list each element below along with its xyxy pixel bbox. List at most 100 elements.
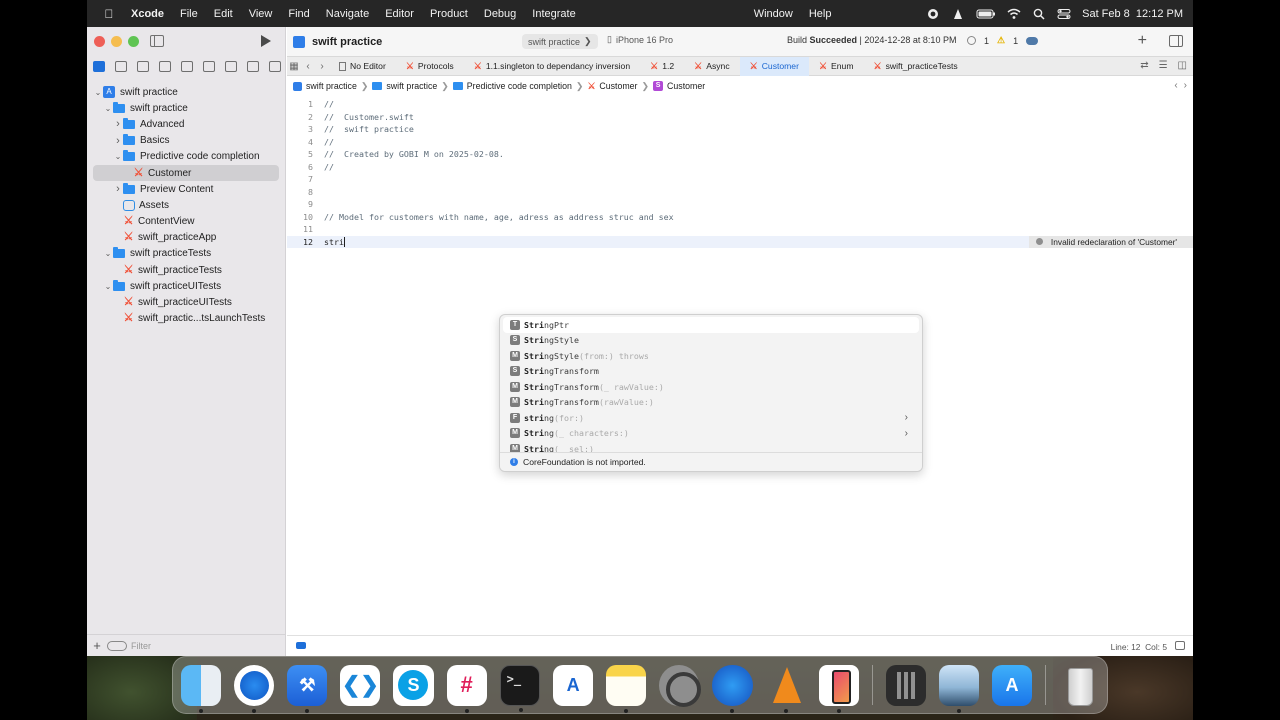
code-line[interactable]: 4 // — [287, 136, 1193, 149]
completion-item[interactable]: Fstri ng (for:) › — [500, 410, 922, 426]
test-navigator-icon[interactable] — [203, 60, 215, 72]
add-tab-button[interactable]: + — [1138, 32, 1147, 50]
wifi-icon[interactable] — [1007, 8, 1021, 20]
clock[interactable]: Sat Feb 8 12:12 PM — [1082, 8, 1183, 20]
completion-item[interactable]: S Stri ngStyle — [500, 333, 922, 349]
jump-bar-item[interactable]: swift practice — [386, 81, 437, 91]
chevron-right-icon[interactable]: › — [113, 183, 123, 195]
report-navigator-icon[interactable] — [269, 60, 281, 72]
completion-item[interactable]: M Stri ng (_ characters:) › — [500, 426, 922, 442]
navigator-item[interactable]: ⚔ swift_practic...tsLaunchTests — [87, 311, 286, 327]
navigator-item[interactable]: ⌄ swift practice — [87, 100, 286, 116]
vlc-icon[interactable] — [766, 665, 806, 713]
source-editor[interactable]: 1//2// Customer.swift 3// swift practice 4… — [287, 96, 1193, 635]
editor-tab[interactable]: ⚔ Protocols — [396, 57, 464, 76]
close-window-button[interactable] — [94, 36, 105, 47]
chevron-right-icon[interactable]: › — [113, 118, 123, 130]
chevron-right-icon[interactable]: › — [905, 428, 908, 439]
menu-file[interactable]: File — [172, 8, 206, 20]
menu-edit[interactable]: Edit — [206, 8, 241, 20]
terminal-icon[interactable]: >_ — [499, 664, 541, 712]
zoom-window-button[interactable] — [128, 36, 139, 47]
refresh-icon[interactable]: ⇄ — [1140, 60, 1148, 71]
debug-area-toggle-icon[interactable] — [296, 642, 306, 649]
navigator-item[interactable]: ⌄ Predictive code completion — [87, 149, 286, 165]
issue-badges[interactable]: 1 ⚠ 1 — [967, 35, 1039, 46]
menu-find[interactable]: Find — [280, 8, 317, 20]
find-navigator-icon[interactable] — [159, 60, 171, 72]
menu-app-name[interactable]: Xcode — [123, 8, 172, 20]
chevron-down-icon[interactable]: ⌄ — [103, 249, 113, 258]
notes-icon[interactable] — [606, 664, 647, 713]
minimize-window-button[interactable] — [111, 36, 122, 47]
record-icon[interactable] — [926, 8, 940, 20]
issue-navigator-icon[interactable] — [181, 60, 193, 72]
completion-item[interactable]: T Stri ngPtr — [503, 317, 919, 333]
grid-icon[interactable]: ▦ — [287, 61, 301, 72]
code-line[interactable]: 12 stri Invalid redeclaration of 'Customer… — [287, 235, 1193, 248]
control-center-icon[interactable] — [1057, 8, 1071, 20]
trash-icon[interactable] — [1059, 665, 1099, 706]
split-editor-icon[interactable]: ◫ — [1178, 60, 1187, 71]
skype-icon[interactable] — [393, 664, 434, 706]
finder-icon[interactable] — [181, 664, 222, 713]
completion-item[interactable]: M Stri ngTransform (_ rawValue:) — [500, 379, 922, 395]
breakpoint-navigator-icon[interactable] — [247, 60, 259, 72]
inspector-toggle-icon[interactable] — [1169, 35, 1183, 47]
run-button[interactable] — [261, 35, 271, 47]
menu-debug[interactable]: Debug — [476, 8, 524, 20]
code-line[interactable]: 10 // Model for customers with name, age,… — [287, 211, 1193, 224]
completion-item[interactable]: M Stri ngTransform (rawValue:) — [500, 395, 922, 411]
navigator-item[interactable]: › Advanced — [87, 116, 286, 132]
forward-arrow-icon[interactable]: › — [315, 61, 329, 72]
navigator-item[interactable]: ⌄ Aswift practice — [87, 84, 286, 100]
menu-help[interactable]: Help — [801, 8, 840, 20]
back-arrow-icon[interactable]: ‹ — [301, 61, 315, 72]
jump-bar-item[interactable]: Customer — [667, 81, 705, 91]
editor-options-icon[interactable]: ☰ — [1159, 60, 1168, 71]
menu-navigate[interactable]: Navigate — [318, 8, 377, 20]
navigator-item[interactable]: ⌄ swift practiceTests — [87, 246, 286, 262]
code-line[interactable]: 5 // Created by GOBI M on 2025-02-08. — [287, 148, 1193, 161]
slack-icon[interactable]: # — [446, 664, 487, 713]
scheme-selector[interactable]: swift practice ❯ — [522, 34, 598, 49]
debug-navigator-icon[interactable] — [225, 60, 237, 72]
editor-tab[interactable]: ⚔ 1.2 — [640, 57, 684, 76]
preview-icon[interactable] — [938, 664, 979, 713]
navigator-item[interactable]: ⚔ Customer — [93, 164, 279, 182]
jump-bar-item[interactable]: swift practice — [306, 81, 357, 91]
jump-bar-item[interactable]: Customer — [599, 81, 637, 91]
filter-icon[interactable] — [107, 640, 127, 651]
navigator-item[interactable]: ⚔ swift_practiceTests — [87, 262, 286, 278]
filter-input[interactable]: Filter — [131, 641, 151, 651]
xcode-icon[interactable]: ⚒ — [287, 664, 328, 713]
sidebar-toggle-icon[interactable] — [150, 35, 164, 47]
menu-view[interactable]: View — [241, 8, 281, 20]
chevron-down-icon[interactable]: ⌄ — [103, 282, 113, 291]
project-navigator-icon[interactable] — [93, 60, 105, 72]
spotlight-search-icon[interactable] — [1032, 8, 1046, 20]
simulator-icon[interactable] — [818, 664, 859, 713]
instruments-icon[interactable]: A — [553, 664, 594, 706]
vlc-menu-icon[interactable] — [951, 8, 965, 20]
completion-item[interactable]: M Stri ngStyle (from:) throws — [500, 348, 922, 364]
editor-tab[interactable]: ⚔ Async — [684, 57, 739, 76]
navigator-item[interactable]: › Preview Content — [87, 181, 286, 197]
editor-tab[interactable]: ⚔ swift_practiceTests — [863, 57, 967, 76]
hide-debug-area-icon[interactable] — [1175, 641, 1185, 650]
code-line[interactable]: 2 // Customer.swift — [287, 111, 1193, 124]
chevron-down-icon[interactable]: ⌄ — [93, 88, 103, 97]
menu-product[interactable]: Product — [422, 8, 476, 20]
previous-issue-icon[interactable]: ‹ — [1174, 80, 1177, 91]
bookmark-navigator-icon[interactable] — [137, 60, 149, 72]
navigator-item[interactable]: ⌄ swift practiceUITests — [87, 278, 286, 294]
apple-menu-icon[interactable]:  — [95, 7, 123, 21]
completion-item[interactable]: S Stri ngTransform — [500, 364, 922, 380]
app-store-icon[interactable]: A — [991, 664, 1033, 706]
editor-tab[interactable]: ⚔ Customer — [739, 56, 809, 76]
code-line[interactable]: 11 — [287, 223, 1193, 236]
editor-tab[interactable]: No Editor — [329, 57, 396, 76]
code-line[interactable]: 1 // — [287, 98, 1193, 111]
menu-editor[interactable]: Editor — [377, 8, 422, 20]
navigator-item[interactable]: Assets — [87, 197, 286, 213]
